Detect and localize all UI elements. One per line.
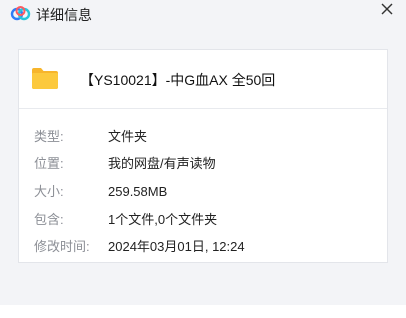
file-header: 【YS10021】-中G血AX 全50回 xyxy=(19,50,387,109)
detail-value: 我的网盘/有声读物 xyxy=(108,156,216,171)
detail-row-modified: 修改时间: 2024年03月01日, 12:24 xyxy=(19,238,387,256)
detail-value: 1个文件,0个文件夹 xyxy=(108,212,218,227)
detail-value: 2024年03月01日, 12:24 xyxy=(108,239,245,254)
detail-label: 大小: xyxy=(34,184,64,199)
folder-icon xyxy=(31,67,59,90)
bottom-edge-strip xyxy=(0,305,406,318)
detail-row-type: 类型: 文件夹 xyxy=(19,128,387,146)
detail-label: 修改时间: xyxy=(34,239,90,254)
detail-row-location: 位置: 我的网盘/有声读物 xyxy=(19,155,387,173)
detail-label: 类型: xyxy=(34,129,64,144)
baidu-netdisk-cloud-icon xyxy=(10,6,31,22)
detail-label: 位置: xyxy=(34,156,64,171)
file-name: 【YS10021】-中G血AX 全50回 xyxy=(80,72,276,88)
detail-row-contains: 包含: 1个文件,0个文件夹 xyxy=(19,211,387,229)
details-dialog: 详细信息 【YS10021】-中G血AX 全50回 类型: 文件夹 位置: 我的… xyxy=(0,0,406,318)
title-bar: 详细信息 xyxy=(0,0,406,34)
detail-row-size: 大小: 259.58MB xyxy=(19,183,387,201)
detail-value: 文件夹 xyxy=(108,129,148,144)
close-icon[interactable] xyxy=(376,0,398,22)
dialog-title: 详细信息 xyxy=(36,7,92,23)
detail-value: 259.58MB xyxy=(108,184,168,199)
details-card: 【YS10021】-中G血AX 全50回 类型: 文件夹 位置: 我的网盘/有声… xyxy=(18,49,388,263)
detail-label: 包含: xyxy=(34,212,64,227)
